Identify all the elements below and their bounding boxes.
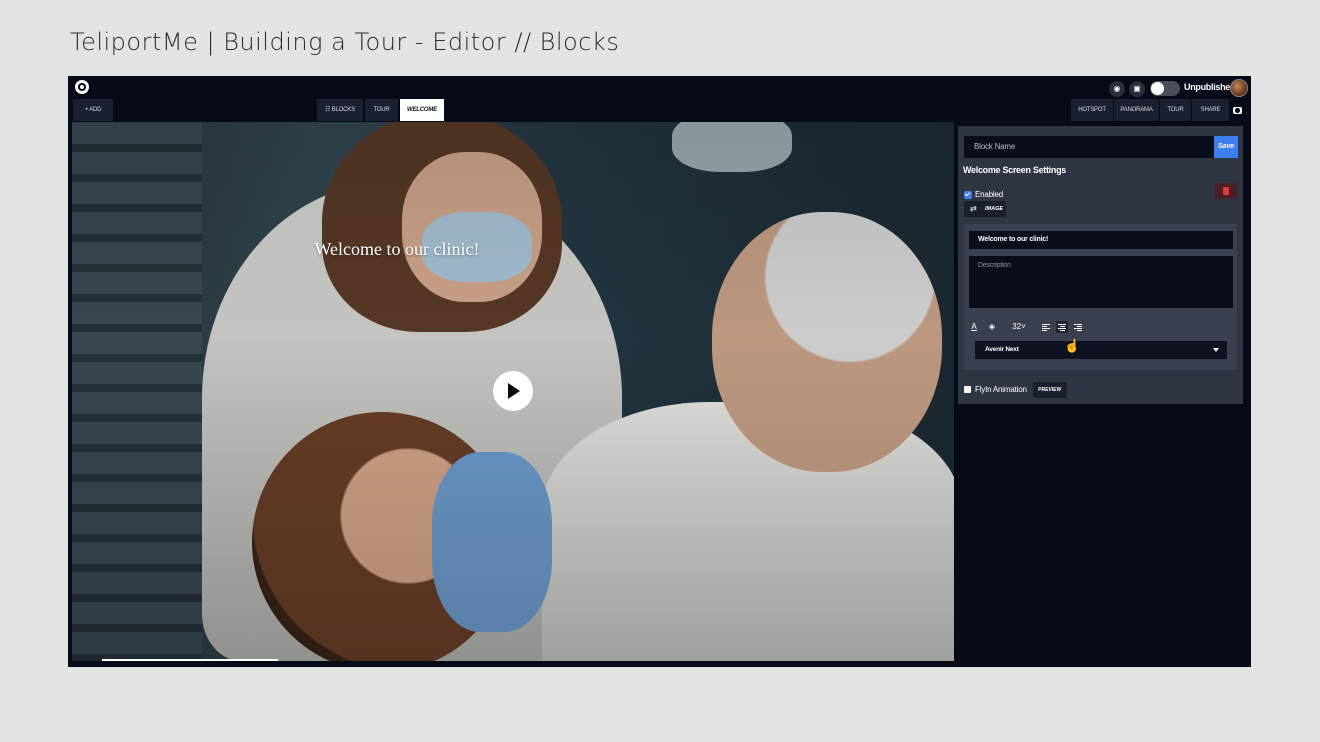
camera-icon[interactable] (1233, 107, 1242, 114)
image-button[interactable]: ⇄ IMAGE (964, 201, 1006, 217)
delete-button[interactable] (1215, 183, 1237, 199)
tab-welcome[interactable]: WELCOME (400, 99, 444, 121)
tab-hotspot[interactable]: HOTSPOT (1071, 99, 1113, 121)
align-left-icon[interactable] (1040, 321, 1052, 333)
settings-title: Welcome Screen Settings (963, 165, 1066, 175)
progress-indicator (102, 659, 278, 661)
add-button[interactable]: + ADD (73, 99, 113, 121)
flyin-label: FlyIn Animation (975, 385, 1027, 395)
enabled-checkbox[interactable] (964, 190, 972, 199)
font-size-value: 32 (1012, 322, 1022, 331)
align-center-icon[interactable] (1056, 321, 1068, 333)
flyin-row: FlyIn Animation PREVIEW (964, 381, 1067, 399)
image-label: IMAGE (985, 206, 1004, 212)
publish-status-label: Unpublished (1184, 82, 1236, 92)
mouse-cursor-icon: ☝ (1064, 338, 1081, 353)
welcome-title-overlay: Welcome to our clinic! (314, 239, 480, 259)
editor-app: ◉ ▣ Unpublished + ADD ☷ BLOCKS TOUR WELC… (68, 76, 1251, 667)
user-avatar[interactable] (1230, 79, 1248, 97)
top-bar: ◉ ▣ Unpublished (68, 76, 1251, 98)
enabled-row: Enabled (964, 186, 1003, 200)
text-editor-box: Welcome to our clinic! Description A ◈ 3… (964, 224, 1237, 370)
tab-panorama[interactable]: PANORAMA (1114, 99, 1159, 121)
preview-button[interactable]: PREVIEW (1032, 381, 1067, 398)
tab-share[interactable]: SHARE (1192, 99, 1229, 121)
text-color-icon[interactable]: A (968, 320, 980, 334)
panorama-viewport[interactable]: Welcome to our clinic! (72, 122, 954, 661)
block-name-input[interactable]: Block Name (964, 136, 1214, 158)
font-size-select[interactable]: 32˅ (1008, 320, 1030, 334)
tab-blocks[interactable]: ☷ BLOCKS (317, 99, 363, 121)
flyin-checkbox[interactable] (964, 386, 971, 394)
save-button[interactable]: Save (1214, 136, 1238, 158)
welcome-settings-panel: Block Name Save Welcome Screen Settings … (958, 126, 1243, 404)
play-button[interactable] (493, 371, 533, 411)
toggle-knob (1151, 82, 1164, 95)
publish-toggle[interactable] (1150, 81, 1180, 96)
tab-tour-right[interactable]: TOUR (1160, 99, 1191, 121)
eye-icon[interactable]: ◉ (1109, 81, 1125, 97)
font-family-select[interactable]: Avenir Next (975, 341, 1227, 359)
fill-color-icon[interactable]: ◈ (986, 320, 998, 334)
align-right-icon[interactable] (1072, 321, 1084, 333)
tab-bar: + ADD ☷ BLOCKS TOUR WELCOME HOTSPOT PANO… (68, 98, 1251, 122)
font-family-value: Avenir Next (985, 346, 1019, 353)
floppy-icon[interactable]: ▣ (1129, 81, 1145, 97)
slide-title: TeliportMe | Building a Tour - Editor //… (70, 28, 620, 56)
swap-icon: ⇄ (970, 204, 977, 213)
description-input[interactable]: Description (969, 256, 1233, 308)
chevron-down-icon (1213, 348, 1219, 352)
welcome-title-input[interactable]: Welcome to our clinic! (969, 231, 1233, 249)
tab-tour[interactable]: TOUR (365, 99, 398, 121)
enabled-label: Enabled (975, 190, 1003, 200)
teliportme-logo-icon[interactable] (75, 80, 89, 94)
